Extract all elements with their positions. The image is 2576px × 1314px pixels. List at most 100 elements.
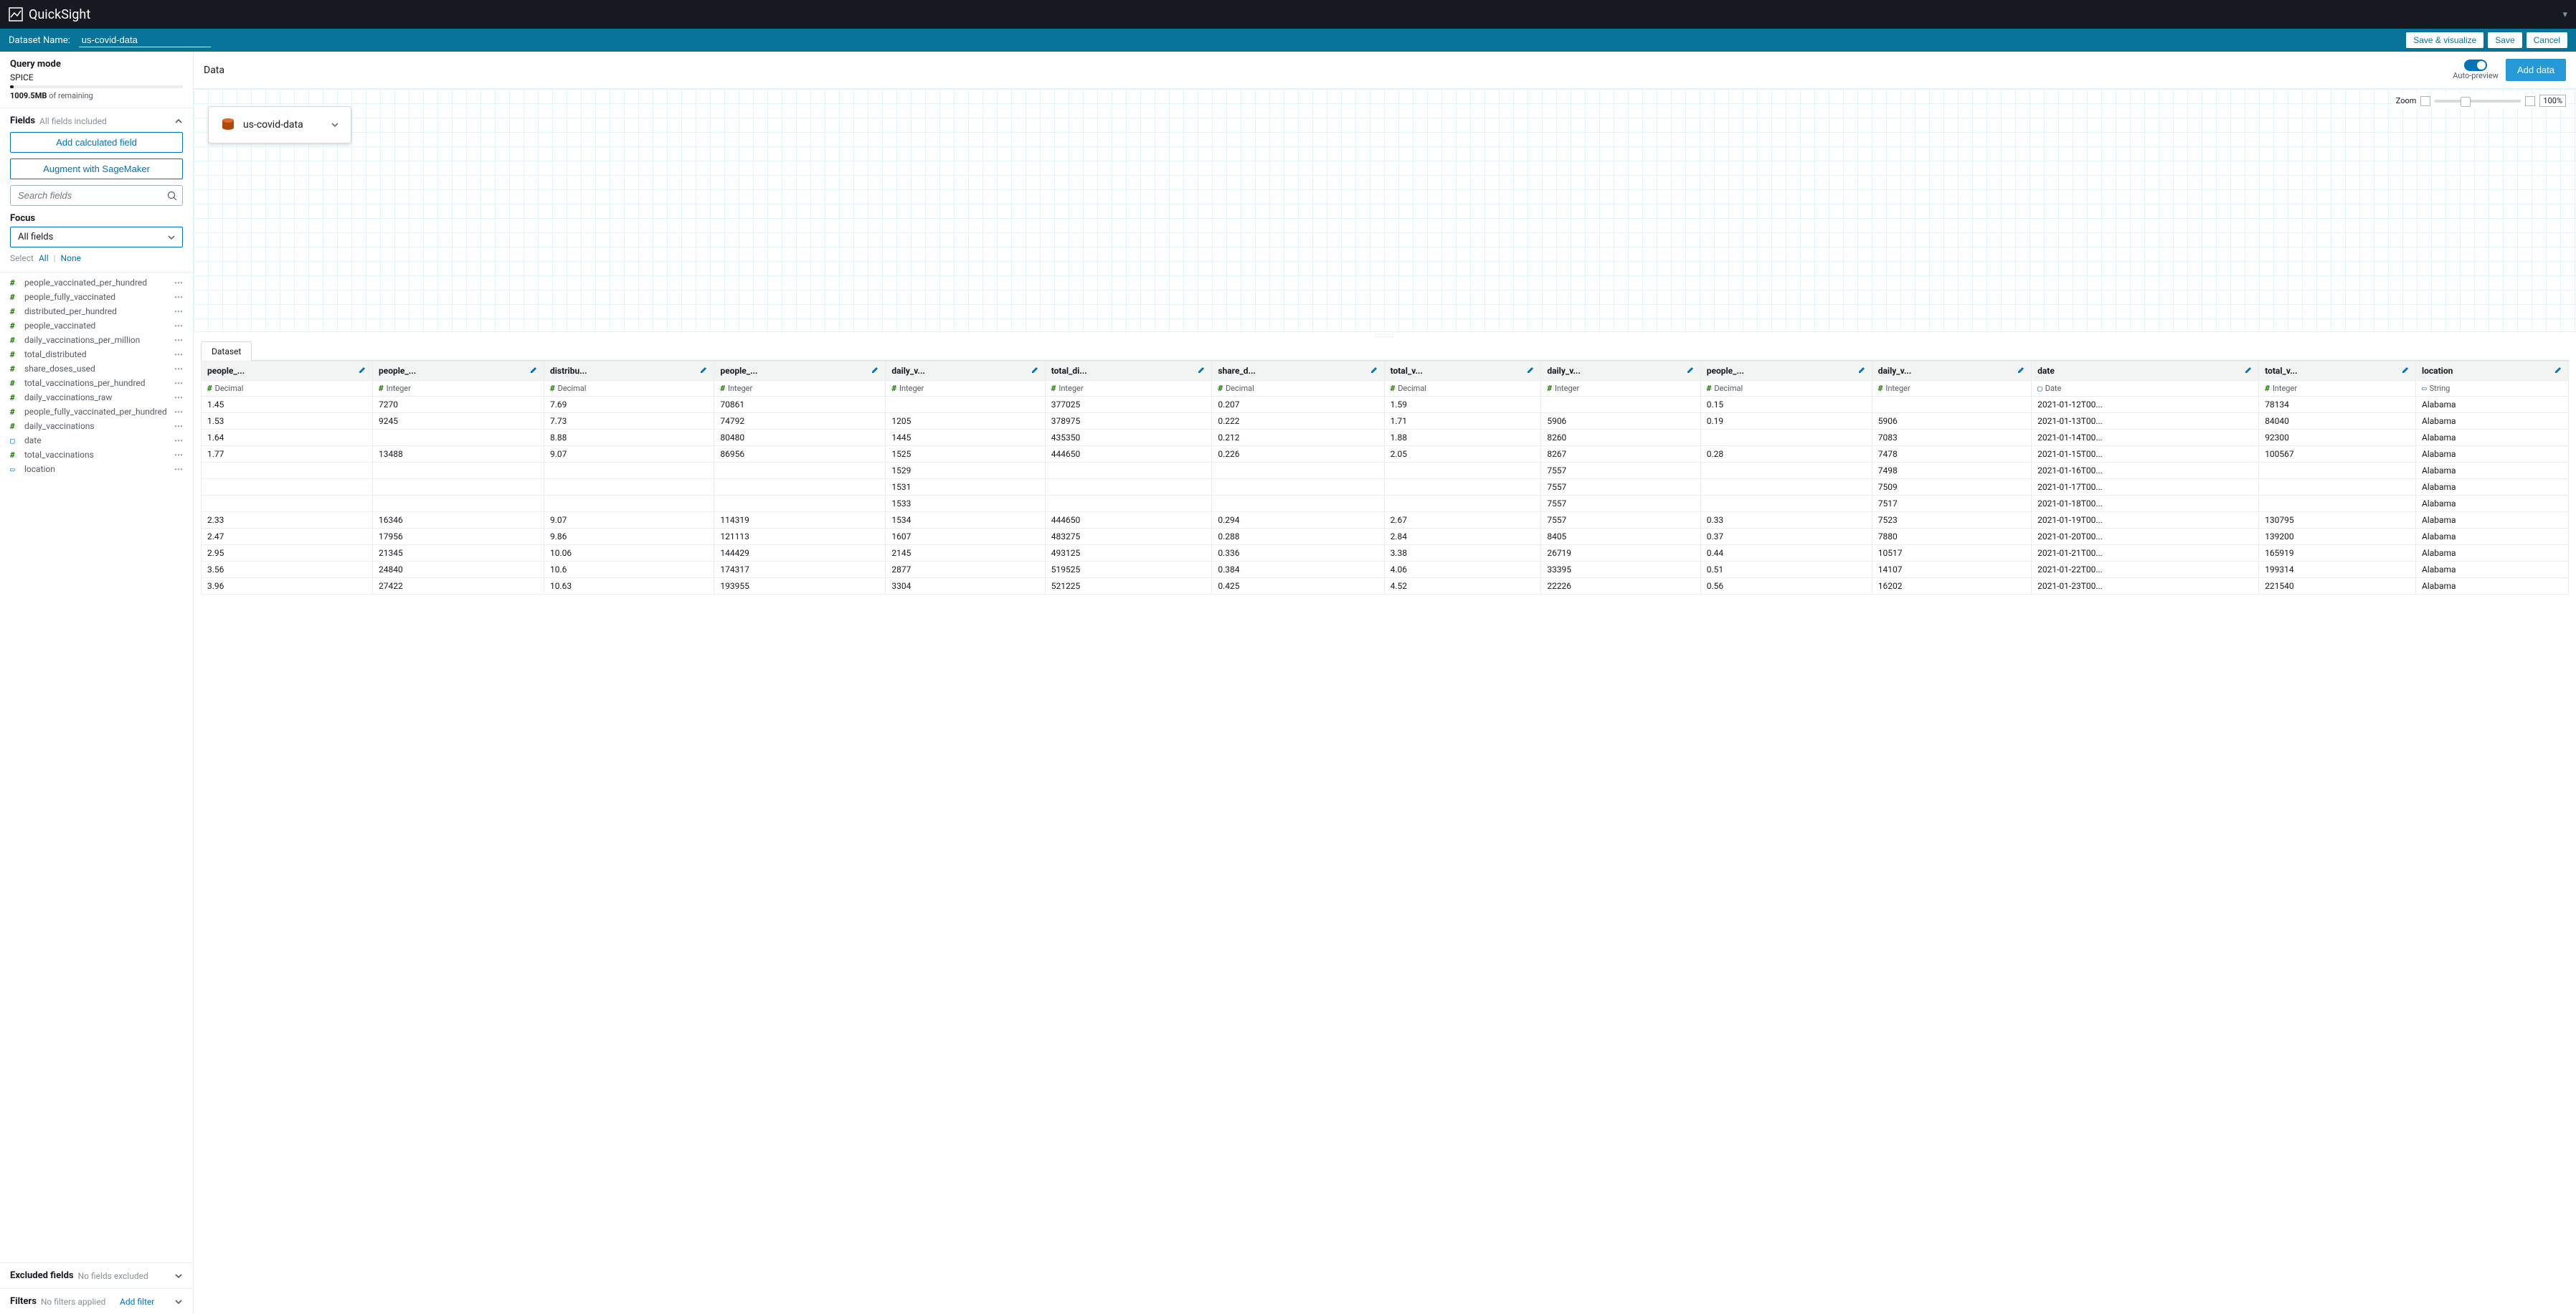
column-type-cell[interactable]: #Decimal: [544, 381, 714, 397]
add-filter-link[interactable]: Add filter: [120, 1297, 154, 1307]
field-item[interactable]: #share_doses_used⋯: [10, 361, 183, 376]
column-type-cell[interactable]: #Integer: [373, 381, 544, 397]
tab-dataset[interactable]: Dataset: [201, 341, 252, 361]
select-none-link[interactable]: None: [61, 253, 81, 263]
collapse-fields-icon[interactable]: [174, 117, 183, 126]
column-type-cell[interactable]: #Integer: [714, 381, 886, 397]
field-more-icon[interactable]: ⋯: [174, 378, 183, 388]
cancel-button[interactable]: Cancel: [2527, 32, 2567, 48]
column-type-cell[interactable]: ▢Date: [2032, 381, 2259, 397]
edit-column-icon[interactable]: [2554, 366, 2562, 374]
expand-filters-icon[interactable]: [174, 1298, 183, 1306]
edit-column-icon[interactable]: [871, 366, 879, 374]
account-chevron-icon[interactable]: ▾: [2562, 9, 2567, 20]
edit-column-icon[interactable]: [1526, 366, 1535, 374]
edit-column-icon[interactable]: [2017, 366, 2025, 374]
column-type-cell[interactable]: #Integer: [1541, 381, 1700, 397]
edit-column-icon[interactable]: [1857, 366, 1866, 374]
field-item[interactable]: #distributed_per_hundred⋯: [10, 304, 183, 318]
column-header[interactable]: daily_v...: [1541, 361, 1700, 381]
field-item[interactable]: ▭location⋯: [10, 462, 183, 476]
field-item[interactable]: #total_vaccinations_per_hundred⋯: [10, 376, 183, 390]
augment-sagemaker-button[interactable]: Augment with SageMaker: [10, 159, 183, 179]
edit-column-icon[interactable]: [2401, 366, 2410, 374]
zoom-slider[interactable]: [2435, 100, 2521, 103]
field-more-icon[interactable]: ⋯: [174, 335, 183, 345]
field-item[interactable]: #people_vaccinated_per_hundred⋯: [10, 275, 183, 290]
field-name: distributed_per_hundred: [24, 306, 174, 316]
search-fields-input[interactable]: [10, 185, 183, 206]
column-type-cell[interactable]: #Decimal: [202, 381, 373, 397]
column-header[interactable]: daily_v...: [1872, 361, 2031, 381]
edit-column-icon[interactable]: [1197, 366, 1206, 374]
field-item[interactable]: #daily_vaccinations⋯: [10, 419, 183, 433]
excluded-fields-section[interactable]: Excluded fields No fields excluded: [0, 1262, 193, 1288]
column-header[interactable]: distribu...: [544, 361, 714, 381]
column-header[interactable]: people_...: [373, 361, 544, 381]
column-header[interactable]: date: [2032, 361, 2259, 381]
field-more-icon[interactable]: ⋯: [174, 392, 183, 402]
field-more-icon[interactable]: ⋯: [174, 278, 183, 288]
save-button[interactable]: Save: [2488, 32, 2521, 48]
field-more-icon[interactable]: ⋯: [174, 435, 183, 445]
column-header[interactable]: total_v...: [2259, 361, 2416, 381]
field-more-icon[interactable]: ⋯: [174, 364, 183, 374]
edit-column-icon[interactable]: [1686, 366, 1695, 374]
edit-column-icon[interactable]: [1370, 366, 1378, 374]
column-type-cell[interactable]: #Integer: [1045, 381, 1212, 397]
select-all-link[interactable]: All: [39, 253, 49, 263]
canvas-grid[interactable]: Zoom 100% ::::::: us-covid-data: [194, 89, 2576, 331]
table-cell: [373, 463, 544, 479]
field-item[interactable]: #daily_vaccinations_raw⋯: [10, 390, 183, 405]
field-item[interactable]: #total_distributed⋯: [10, 347, 183, 361]
field-item[interactable]: #total_vaccinations⋯: [10, 448, 183, 462]
column-header[interactable]: total_di...: [1045, 361, 1212, 381]
column-type-cell[interactable]: #Integer: [886, 381, 1045, 397]
column-type-cell[interactable]: #Integer: [1872, 381, 2031, 397]
field-more-icon[interactable]: ⋯: [174, 450, 183, 460]
field-item[interactable]: ▢date⋯: [10, 433, 183, 448]
focus-select[interactable]: All fields: [10, 227, 183, 247]
column-header[interactable]: people_...: [1700, 361, 1872, 381]
add-calculated-field-button[interactable]: Add calculated field: [10, 132, 183, 153]
field-item[interactable]: #people_fully_vaccinated_per_hundred⋯: [10, 405, 183, 419]
field-more-icon[interactable]: ⋯: [174, 306, 183, 316]
column-type-cell[interactable]: #Decimal: [1700, 381, 1872, 397]
column-type-cell[interactable]: #Decimal: [1212, 381, 1384, 397]
splitter-handle[interactable]: :::::::: [194, 332, 2576, 338]
edit-column-icon[interactable]: [529, 366, 538, 374]
edit-column-icon[interactable]: [358, 366, 366, 374]
filters-section[interactable]: Filters No filters applied Add filter: [0, 1288, 193, 1314]
zoom-reset-button[interactable]: [2525, 96, 2535, 106]
column-header[interactable]: daily_v...: [886, 361, 1045, 381]
save-visualize-button[interactable]: Save & visualize: [2406, 32, 2483, 48]
column-header[interactable]: people_...: [202, 361, 373, 381]
field-more-icon[interactable]: ⋯: [174, 321, 183, 331]
column-type-cell[interactable]: #Integer: [2259, 381, 2416, 397]
field-more-icon[interactable]: ⋯: [174, 407, 183, 417]
dataset-name-input[interactable]: [79, 33, 211, 47]
column-header[interactable]: total_v...: [1384, 361, 1541, 381]
edit-column-icon[interactable]: [699, 366, 708, 374]
field-more-icon[interactable]: ⋯: [174, 349, 183, 359]
source-node-chevron-icon[interactable]: [331, 120, 339, 129]
field-more-icon[interactable]: ⋯: [174, 292, 183, 302]
edit-column-icon[interactable]: [1031, 366, 1039, 374]
zoom-fit-button[interactable]: [2420, 96, 2430, 106]
field-item[interactable]: #people_fully_vaccinated⋯: [10, 290, 183, 304]
add-data-button[interactable]: Add data: [2506, 59, 2566, 81]
auto-preview-toggle[interactable]: [2464, 60, 2487, 71]
column-header[interactable]: people_...: [714, 361, 886, 381]
column-type-cell[interactable]: #Decimal: [1384, 381, 1541, 397]
data-source-node[interactable]: ::::::: us-covid-data: [208, 106, 351, 143]
column-header[interactable]: share_d...: [1212, 361, 1384, 381]
drag-handle-icon[interactable]: :::::::: [270, 110, 290, 116]
field-more-icon[interactable]: ⋯: [174, 421, 183, 431]
field-item[interactable]: #people_vaccinated⋯: [10, 318, 183, 333]
column-type-cell[interactable]: ▭String: [2415, 381, 2568, 397]
field-item[interactable]: #daily_vaccinations_per_million⋯: [10, 333, 183, 347]
column-header[interactable]: location: [2415, 361, 2568, 381]
expand-excluded-icon[interactable]: [174, 1272, 183, 1280]
edit-column-icon[interactable]: [2244, 366, 2253, 374]
field-more-icon[interactable]: ⋯: [174, 464, 183, 474]
